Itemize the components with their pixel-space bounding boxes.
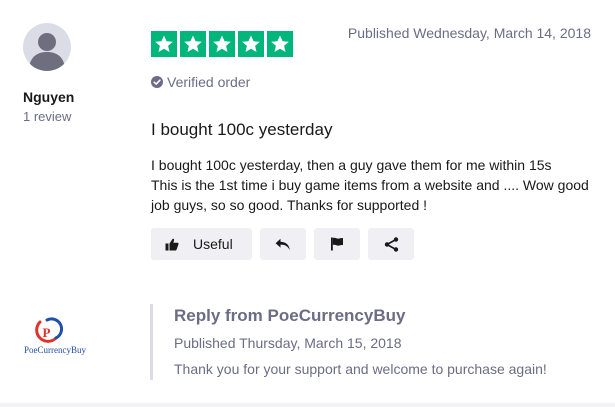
- reply-published-date: Published Thursday, March 15, 2018: [174, 335, 402, 351]
- share-icon: [384, 236, 398, 252]
- verified-label: Verified order: [167, 74, 251, 90]
- star-icon: [209, 31, 235, 57]
- star-icon: [267, 31, 293, 57]
- review-body-line: I bought 100c yesterday, then a guy gave…: [151, 157, 552, 173]
- company-logo-text: PoeCurrencyBuy: [24, 345, 86, 355]
- verified-order-badge: Verified order: [151, 74, 250, 90]
- review-title[interactable]: I bought 100c yesterday: [151, 120, 332, 140]
- reply-arrow-icon: [275, 238, 290, 250]
- reply-title: Reply from PoeCurrencyBuy: [174, 306, 406, 325]
- check-circle-icon: [151, 76, 163, 88]
- star-icon: [238, 31, 264, 57]
- review-body: I bought 100c yesterday, then a guy gave…: [151, 155, 591, 215]
- published-date: Published Wednesday, March 14, 2018: [347, 25, 591, 41]
- reply-button[interactable]: [260, 228, 306, 260]
- user-silhouette-icon: [29, 33, 65, 71]
- reviewer-review-count: 1 review: [23, 109, 72, 124]
- review-body-line: This is the 1st time i buy game items fr…: [151, 177, 589, 213]
- svg-text:P: P: [43, 325, 51, 340]
- useful-label: Useful: [193, 236, 233, 252]
- reply-text: Thank you for your support and welcome t…: [174, 361, 547, 377]
- flag-icon: [331, 237, 343, 251]
- useful-button[interactable]: Useful: [151, 228, 252, 260]
- star-icon: [180, 31, 206, 57]
- divider: [0, 403, 615, 407]
- star-rating: [151, 31, 293, 57]
- review-actions: Useful: [151, 228, 414, 260]
- share-button[interactable]: [368, 228, 414, 260]
- flag-button[interactable]: [314, 228, 360, 260]
- reviewer-name[interactable]: Nguyen: [23, 89, 74, 105]
- star-icon: [151, 31, 177, 57]
- thumbs-up-icon: [165, 238, 179, 250]
- company-reply: Reply from PoeCurrencyBuy Published Thur…: [150, 304, 590, 380]
- reviewer-avatar[interactable]: [23, 23, 71, 71]
